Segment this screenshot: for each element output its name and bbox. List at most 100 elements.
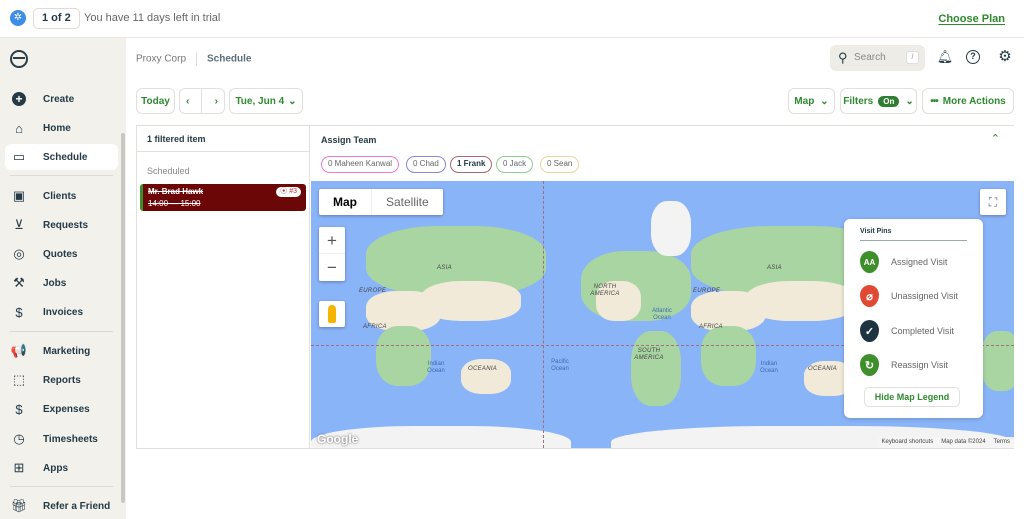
sidebar-item-timesheets[interactable]: ◷ Timesheets xyxy=(5,426,118,452)
continent-label: SOUTH AMERICA xyxy=(634,348,664,361)
chevron-down-icon: ⌄ xyxy=(288,95,297,107)
zoom-out-button[interactable]: − xyxy=(319,254,345,281)
hide-map-legend-button[interactable]: Hide Map Legend xyxy=(864,387,960,407)
view-select[interactable]: Map ⌄ xyxy=(788,88,835,114)
receipt-icon: $ xyxy=(15,401,23,417)
zoom-control: + − xyxy=(319,227,345,281)
visit-card[interactable]: Mr. Brad Hawk 14:00 — 15:00 ⦿ #3 xyxy=(140,184,306,211)
sidebar-item-clients[interactable]: ▣ Clients xyxy=(5,183,118,209)
south-america-shape xyxy=(981,331,1014,391)
top-bar: ✲ 1 of 2 You have 11 days left in trial … xyxy=(0,0,1024,38)
help-icon[interactable]: ? xyxy=(966,50,980,64)
sidebar-item-label: Jobs xyxy=(43,277,67,289)
team-chip-frank[interactable]: 1 Frank xyxy=(450,156,493,173)
choose-plan-link[interactable]: Choose Plan xyxy=(938,13,1005,25)
date-label: Tue, Jun 4 xyxy=(235,95,285,107)
sidebar-item-jobs[interactable]: ⚒ Jobs xyxy=(5,270,118,296)
inbox-download-icon: ⊻ xyxy=(14,217,24,232)
fullscreen-icon[interactable]: ⛶ xyxy=(980,189,1006,215)
view-label: Map xyxy=(794,95,815,107)
africa-shape xyxy=(376,326,431,386)
visit-pin-number: #3 xyxy=(289,188,297,195)
jobber-logo-icon[interactable] xyxy=(10,50,28,68)
chevron-down-icon: ⌄ xyxy=(820,95,829,107)
previous-day-button[interactable]: ‹ xyxy=(186,96,189,107)
ellipsis-icon: ••• xyxy=(930,95,938,107)
map-attribution: Keyboard shortcuts Map data ©2024 Terms xyxy=(877,437,1014,448)
dateline xyxy=(543,181,544,448)
ocean-label: Pacific Ocean xyxy=(551,359,569,372)
sidebar-item-apps[interactable]: ⊞ Apps xyxy=(5,455,118,481)
terms-link[interactable]: Terms xyxy=(990,437,1014,448)
sidebar-item-label: Quotes xyxy=(43,248,78,260)
gear-icon[interactable]: ⚙ xyxy=(996,48,1014,66)
filters-button[interactable]: Filters On ⌄ xyxy=(840,88,917,114)
team-chip-sean[interactable]: 0 Sean xyxy=(540,156,580,173)
team-chip-chad[interactable]: 0 Chad xyxy=(406,156,446,173)
sidebar-divider xyxy=(10,175,113,176)
chart-icon: ⬚ xyxy=(12,372,26,387)
sidebar-item-refer-a-friend[interactable]: 🎁︎ Refer a Friend xyxy=(5,493,118,519)
map-view[interactable]: EUROPE AFRICA ASIA OCEANIA Indian Ocean … xyxy=(311,181,1014,448)
sidebar-item-schedule[interactable]: ▭ Schedule xyxy=(5,144,118,170)
ocean-label: Atlantic Ocean xyxy=(652,308,672,321)
hammer-icon: ⚒ xyxy=(13,275,25,290)
legend-label: Completed Visit xyxy=(891,326,954,336)
visit-list: 1 filtered item Scheduled Mr. Brad Hawk … xyxy=(137,126,310,448)
plus-circle-icon: + xyxy=(11,91,27,107)
ocean-label: Indian Ocean xyxy=(760,361,778,374)
team-chip-jack[interactable]: 0 Jack xyxy=(496,156,534,173)
bell-icon[interactable]: 🔔︎ xyxy=(936,48,954,66)
sidebar-item-expenses[interactable]: $ Expenses xyxy=(5,396,118,422)
keyboard-shortcuts-link[interactable]: Keyboard shortcuts xyxy=(878,437,938,448)
breadcrumb-current: Schedule xyxy=(207,53,252,65)
sidebar-item-home[interactable]: ⌂ Home xyxy=(5,115,118,141)
sidebar-item-label: Requests xyxy=(43,219,89,231)
trial-text: You have 11 days left in trial xyxy=(84,12,221,24)
sidebar-item-label: Apps xyxy=(43,462,68,474)
sidebar: + Create ⌂ Home ▭ Schedule ▣ Clients ⊻ R… xyxy=(0,38,126,519)
breadcrumb: Proxy Corp Schedule xyxy=(136,52,251,66)
map-type-control: Map Satellite xyxy=(319,189,443,215)
more-actions-label: More Actions xyxy=(942,95,1006,107)
sidebar-item-create[interactable]: + Create xyxy=(5,86,118,112)
legend-title: Visit Pins xyxy=(860,228,892,235)
sidebar-item-reports[interactable]: ⬚ Reports xyxy=(5,367,118,393)
collapse-chevron-icon[interactable]: ⌃ xyxy=(991,132,1000,145)
today-button[interactable]: Today xyxy=(136,88,175,114)
team-chip-maheen-kanwal[interactable]: 0 Maheen Kanwal xyxy=(321,156,400,173)
map-type-satellite-button[interactable]: Satellite xyxy=(372,189,443,215)
next-day-button[interactable]: › xyxy=(215,96,218,107)
trial-pager[interactable]: 1 of 2 xyxy=(33,8,80,29)
legend-label: Reassign Visit xyxy=(891,360,948,370)
date-picker-button[interactable]: Tue, Jun 4 ⌄ xyxy=(229,88,303,114)
zoom-in-button[interactable]: + xyxy=(319,227,345,254)
app-status-icon[interactable]: ✲ xyxy=(10,10,26,26)
sidebar-item-requests[interactable]: ⊻ Requests xyxy=(5,212,118,238)
invoice-icon: $ xyxy=(15,304,23,320)
schedule-panel: 1 filtered item Scheduled Mr. Brad Hawk … xyxy=(136,125,1014,449)
search-icon: ⚲ xyxy=(838,50,848,65)
sidebar-item-label: Home xyxy=(43,122,71,134)
assigned-pin-icon: AA xyxy=(860,251,879,273)
sidebar-item-marketing[interactable]: 📢 Marketing xyxy=(5,338,118,364)
clock-icon: ◷ xyxy=(13,431,25,446)
assign-team-section: Assign Team ⌃ 0 Maheen Kanwal 0 Chad 1 F… xyxy=(311,126,1014,181)
google-logo[interactable]: Google xyxy=(317,432,358,446)
sidebar-divider xyxy=(10,331,113,332)
continent-label: AFRICA xyxy=(363,324,387,330)
chevron-down-icon: ⌄ xyxy=(905,95,914,107)
australia-shape xyxy=(461,359,511,394)
visit-client-name: Mr. Brad Hawk xyxy=(148,187,204,196)
filters-on-badge: On xyxy=(878,95,900,107)
street-view-pegman-icon[interactable] xyxy=(319,301,345,327)
sidebar-item-invoices[interactable]: $ Invoices xyxy=(5,299,118,325)
calendar-icon: ▭ xyxy=(12,149,26,164)
greenland-shape xyxy=(651,201,691,256)
sidebar-scrollbar[interactable] xyxy=(121,133,125,503)
search-input[interactable]: ⚲ Search / xyxy=(830,45,925,71)
more-actions-button[interactable]: ••• More Actions xyxy=(922,88,1014,114)
breadcrumb-company[interactable]: Proxy Corp xyxy=(136,54,186,65)
sidebar-item-quotes[interactable]: ◎ Quotes xyxy=(5,241,118,267)
map-type-map-button[interactable]: Map xyxy=(319,189,372,215)
